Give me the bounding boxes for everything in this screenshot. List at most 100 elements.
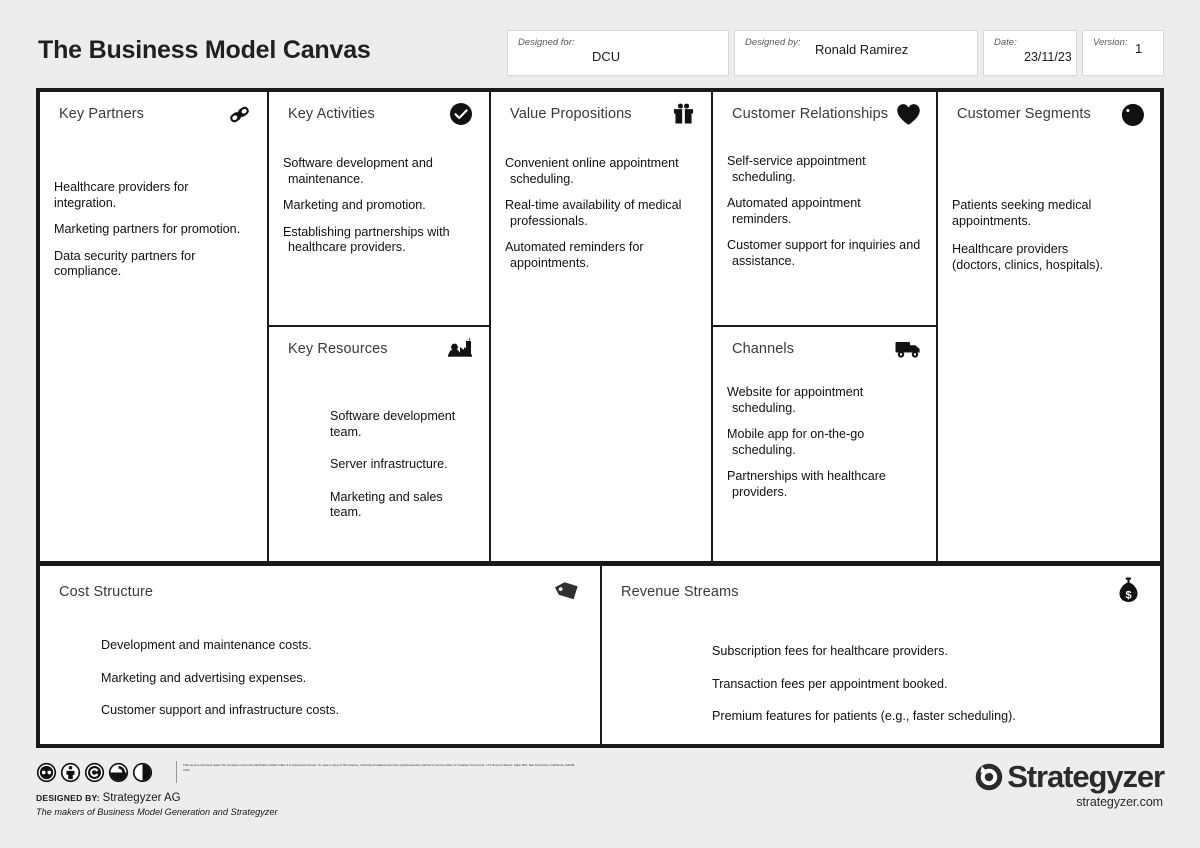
block-entries: Patients seeking medical appointments. H… <box>938 136 1160 273</box>
entry: Marketing and sales team. <box>330 489 443 520</box>
block-revenue-streams[interactable]: Revenue Streams $ Subscription fees for … <box>602 566 1160 744</box>
block-header: Customer Segments <box>938 92 1160 136</box>
block-title: Customer Relationships <box>732 106 889 122</box>
half-circle-icon <box>132 762 153 783</box>
delivery-truck-icon <box>894 335 922 363</box>
share-alike-icon <box>108 762 129 783</box>
block-entries: Healthcare providers for integration. Ma… <box>40 136 267 280</box>
date-label: Date: <box>994 37 1017 48</box>
block-key-partners[interactable]: Key Partners Healthcare providers for in… <box>40 92 269 566</box>
business-model-canvas-page: The Business Model Canvas Designed for: … <box>0 0 1200 848</box>
block-header: Key Partners <box>40 92 267 136</box>
block-title: Channels <box>732 341 795 357</box>
block-title: Key Activities <box>288 106 375 122</box>
block-header: Cost Structure <box>40 566 600 616</box>
entry: Marketing and advertising expenses. <box>101 670 307 685</box>
designed-by-value: Ronald Ramirez <box>815 42 909 57</box>
block-customer-relationships[interactable]: Customer Relationships Self-service appo… <box>713 92 938 327</box>
designed-by-company: Strategyzer AG <box>102 792 181 804</box>
designed-for-label: Designed for: <box>518 37 575 48</box>
block-value-propositions[interactable]: Value Propositions Convenient online app… <box>491 92 713 566</box>
entry: Software development and maintenance. <box>283 156 433 186</box>
entry: Convenient online appointment scheduling… <box>505 156 679 186</box>
block-entries: Convenient online appointment scheduling… <box>491 136 711 271</box>
block-cost-structure[interactable]: Cost Structure Development and maintenan… <box>40 566 602 744</box>
block-key-resources[interactable]: Key Resources Software development team.… <box>269 327 491 566</box>
chain-link-icon <box>225 100 253 128</box>
block-title: Customer Segments <box>957 106 1091 122</box>
copyleft-icon <box>84 762 105 783</box>
designed-by-label: DESIGNED BY: <box>36 793 100 803</box>
designed-by-field[interactable]: Designed by: Ronald Ramirez <box>734 30 978 76</box>
entry: Mobile app for on-the-go scheduling. <box>727 427 865 457</box>
entry: Marketing and promotion. <box>283 198 426 212</box>
block-title: Key Resources <box>288 341 388 357</box>
entry: Customer support for inquiries and assis… <box>727 238 921 268</box>
strategyzer-brand[interactable]: Strategyzer strategyzer.com <box>974 759 1165 809</box>
license-text: This work is licensed under the Creative… <box>183 763 576 772</box>
block-entries: Website for appointment scheduling. Mobi… <box>713 371 936 500</box>
block-header: Value Propositions <box>491 92 711 136</box>
page-title: The Business Model Canvas <box>38 36 371 64</box>
heart-icon <box>894 100 922 128</box>
strategyzer-eye-icon <box>975 763 1003 791</box>
block-entries: Self-service appointment scheduling. Aut… <box>713 136 936 269</box>
entry: Patients seeking medical appointments. <box>952 198 1092 228</box>
entry: Partnerships with healthcare providers. <box>727 469 886 499</box>
creative-commons-badges <box>36 762 153 783</box>
block-customer-segments[interactable]: Customer Segments Patients seeking medic… <box>938 92 1160 566</box>
block-header: Key Resources <box>269 327 489 371</box>
entry: Self-service appointment scheduling. <box>727 154 866 184</box>
footer-designed-by: DESIGNED BY: Strategyzer AG <box>36 792 181 805</box>
brand-name: Strategyzer <box>1007 759 1165 794</box>
entry: Website for appointment scheduling. <box>727 385 864 415</box>
entry: Data security partners for compliance. <box>54 248 196 279</box>
date-value: 23/11/23 <box>1024 50 1072 64</box>
designed-for-value: DCU <box>592 49 621 64</box>
block-title: Revenue Streams <box>621 584 739 600</box>
entry: Marketing partners for promotion. <box>54 222 241 236</box>
block-header: Customer Relationships <box>713 92 936 136</box>
block-header: Key Activities <box>269 92 489 136</box>
entry: Establishing partnerships with healthcar… <box>283 224 450 255</box>
version-label: Version: <box>1093 37 1128 48</box>
block-header: Channels <box>713 327 936 371</box>
block-entries: Software development and maintenance. Ma… <box>269 136 489 256</box>
entry: Server infrastructure. <box>330 457 448 471</box>
designed-for-field[interactable]: Designed for: DCU <box>507 30 729 76</box>
block-title: Value Propositions <box>510 106 632 122</box>
gift-icon <box>669 100 697 128</box>
entry: Customer support and infrastructure cost… <box>101 703 339 717</box>
brand-lockup: Strategyzer <box>974 759 1165 794</box>
block-entries: Software development team. Server infras… <box>269 371 489 521</box>
block-channels[interactable]: Channels Website for appointment schedul… <box>713 327 938 566</box>
factory-worker-icon <box>447 335 475 363</box>
block-key-activities[interactable]: Key Activities Software development and … <box>269 92 491 327</box>
date-field[interactable]: Date: 23/11/23 <box>983 30 1077 76</box>
block-entries: Subscription fees for healthcare provide… <box>602 616 1160 725</box>
customer-face-icon <box>1118 100 1146 128</box>
entry: Premium features for patients (e.g., fas… <box>712 709 1016 723</box>
block-header: Revenue Streams $ <box>602 566 1160 616</box>
price-tag-icon <box>554 576 582 604</box>
canvas-grid: Key Partners Healthcare providers for in… <box>36 88 1164 748</box>
canvas-header: The Business Model Canvas Designed for: … <box>36 28 1164 80</box>
attribution-person-icon <box>60 762 81 783</box>
svg-text:$: $ <box>1125 589 1131 601</box>
entry: Transaction fees per appointment booked. <box>712 676 948 691</box>
brand-url[interactable]: strategyzer.com <box>974 795 1163 809</box>
entry: Software development team. <box>330 409 456 439</box>
check-circle-icon <box>447 100 475 128</box>
block-title: Key Partners <box>59 106 145 122</box>
entry: Automated appointment reminders. <box>727 196 861 226</box>
block-title: Cost Structure <box>59 584 154 600</box>
entry: Healthcare providers for integration. <box>54 180 189 210</box>
version-value: 1 <box>1135 41 1143 56</box>
money-bag-icon: $ <box>1114 576 1142 604</box>
block-entries: Development and maintenance costs. Marke… <box>40 616 600 719</box>
canvas-footer: This work is licensed under the Creative… <box>36 759 1165 824</box>
creative-commons-icon <box>36 762 57 783</box>
entry: Healthcare providers (doctors, clinics, … <box>952 242 1104 272</box>
canvas-meta-row: Designed for: DCU Designed by: Ronald Ra… <box>507 30 1164 76</box>
version-field[interactable]: Version: 1 <box>1082 30 1164 76</box>
